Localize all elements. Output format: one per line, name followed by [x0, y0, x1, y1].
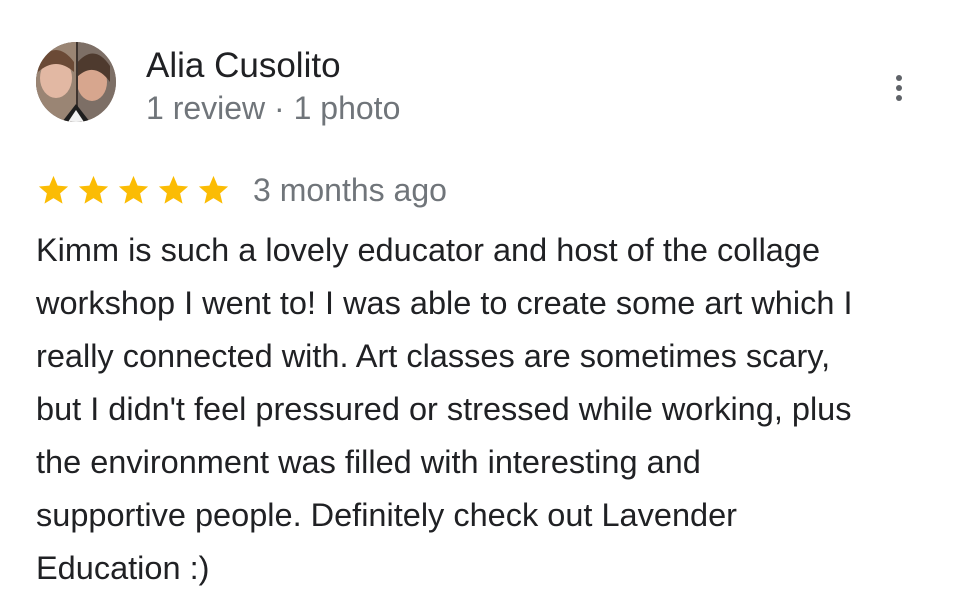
- rating-row: 3 months ago: [36, 170, 447, 210]
- review-text-line: workshop I went to! I was able to create…: [36, 285, 853, 321]
- review-text-line: but I didn't feel pressured or stressed …: [36, 391, 852, 427]
- review-text: Kimm is such a lovely educator and host …: [36, 224, 936, 595]
- review-text-line: supportive people. Definitely check out …: [36, 497, 737, 533]
- review-text-line: really connected with. Art classes are s…: [36, 338, 831, 374]
- more-vert-icon: [896, 75, 902, 81]
- star-icon: [118, 175, 149, 204]
- review-date: 3 months ago: [253, 172, 447, 208]
- review-card: Alia Cusolito 1 review · 1 photo 3 month…: [0, 0, 966, 604]
- profile-photo: [36, 42, 116, 122]
- review-text-line: the environment was filled with interest…: [36, 444, 701, 480]
- author-meta[interactable]: 1 review · 1 photo: [146, 89, 400, 127]
- star-rating: [36, 173, 231, 208]
- star-icon: [78, 175, 109, 204]
- star-icon: [158, 175, 189, 204]
- star-icon: [198, 175, 229, 204]
- author-avatar[interactable]: [36, 42, 116, 122]
- more-vert-icon-dot: [896, 95, 902, 101]
- review-text-line: Kimm is such a lovely educator and host …: [36, 232, 821, 268]
- more-vert-icon-dot: [896, 85, 902, 91]
- star-icon: [38, 175, 69, 204]
- review-text-line: Education :): [36, 550, 210, 586]
- more-options-button[interactable]: [880, 64, 918, 112]
- author-name[interactable]: Alia Cusolito: [146, 46, 341, 86]
